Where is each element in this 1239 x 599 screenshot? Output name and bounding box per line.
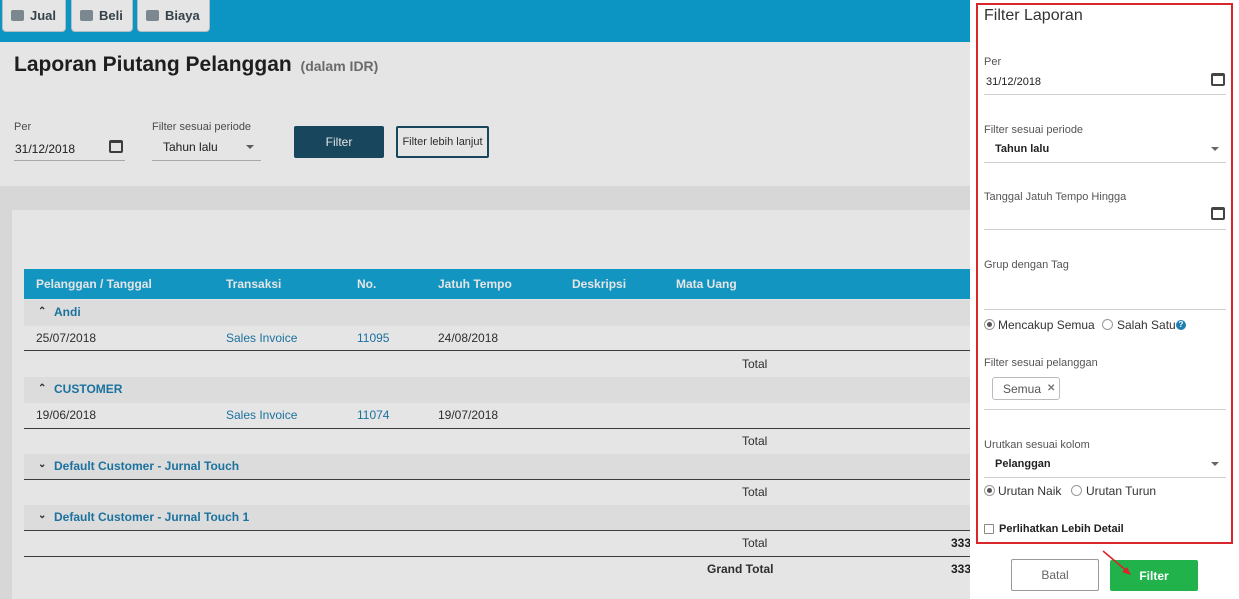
include-all-label[interactable]: Mencakup Semua (998, 318, 1095, 332)
panel-sort-select[interactable]: Pelanggan (995, 458, 1051, 470)
panel-tag-label: Grup dengan Tag (984, 259, 1069, 271)
panel-customer-label: Filter sesuai pelanggan (984, 357, 1098, 369)
panel-per-date-input[interactable]: 31/12/2018 (986, 76, 1041, 88)
customer-tag[interactable]: Semua ✕ (992, 377, 1060, 400)
sort-underline (984, 477, 1226, 478)
calendar-icon[interactable] (1211, 73, 1225, 86)
panel-period-label: Filter sesuai periode (984, 124, 1084, 136)
include-all-radio[interactable] (984, 319, 995, 330)
panel-due-label: Tanggal Jatuh Tempo Hingga (984, 191, 1127, 203)
ascending-label[interactable]: Urutan Naik (998, 484, 1061, 498)
cancel-button[interactable]: Batal (1011, 559, 1099, 591)
chevron-down-icon (1211, 147, 1219, 151)
tag-underline (984, 309, 1226, 310)
customer-underline (984, 409, 1226, 410)
descending-label[interactable]: Urutan Turun (1086, 484, 1156, 498)
any-one-radio[interactable] (1102, 319, 1113, 330)
close-icon[interactable]: ✕ (1047, 383, 1055, 394)
ascending-radio[interactable] (984, 485, 995, 496)
per-underline (984, 94, 1226, 95)
any-one-label[interactable]: Salah Satu (1117, 318, 1176, 332)
descending-radio[interactable] (1071, 485, 1082, 496)
calendar-icon[interactable] (1211, 207, 1225, 220)
chevron-down-icon (1211, 462, 1219, 466)
panel-title: Filter Laporan (984, 7, 1083, 24)
help-icon[interactable]: ? (1176, 320, 1186, 330)
pointer-arrow-icon (1102, 550, 1131, 575)
customer-tag-label: Semua (1003, 381, 1042, 396)
panel-per-label: Per (984, 56, 1002, 68)
panel-period-select[interactable]: Tahun lalu (995, 143, 1049, 155)
due-underline (984, 229, 1226, 230)
show-detail-checkbox[interactable] (984, 524, 994, 534)
period-underline (984, 162, 1226, 163)
show-detail-label[interactable]: Perlihatkan Lebih Detail (999, 523, 1124, 535)
panel-sort-label: Urutkan sesuai kolom (984, 439, 1090, 451)
